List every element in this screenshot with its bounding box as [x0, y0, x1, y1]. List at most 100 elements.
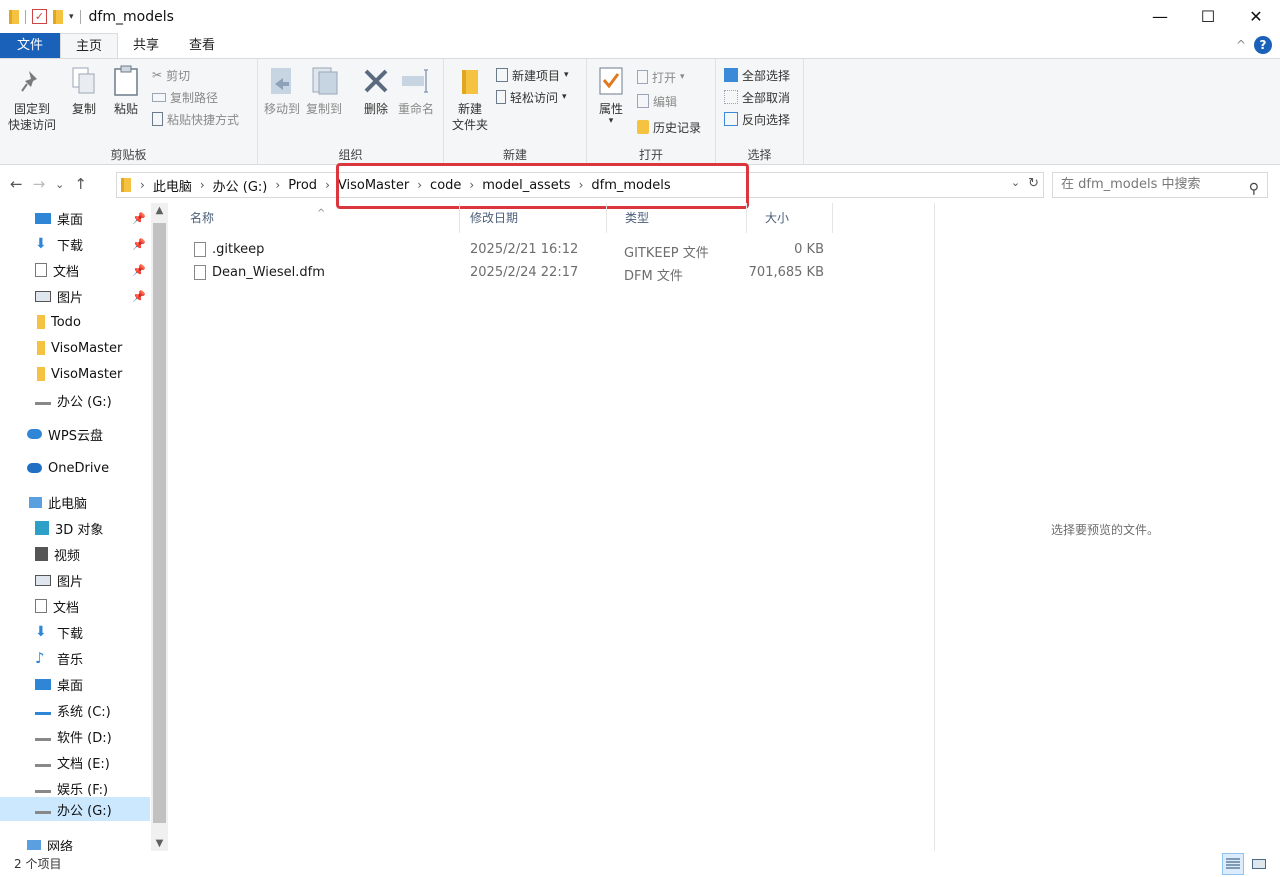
- sidebar-item-todo[interactable]: Todo: [0, 310, 150, 334]
- sidebar-item-label: 网络: [47, 839, 74, 852]
- scrollbar-thumb[interactable]: [153, 223, 166, 823]
- pin-icon[interactable]: 📌: [132, 238, 146, 251]
- search-input[interactable]: 在 dfm_models 中搜索 ⚲: [1052, 172, 1268, 198]
- chevron-right-icon[interactable]: ›: [320, 178, 335, 192]
- back-arrow-icon[interactable]: ←: [10, 175, 23, 193]
- sidebar-item-documents[interactable]: 文档: [0, 594, 150, 618]
- delete-button[interactable]: 删除: [360, 65, 392, 117]
- invert-selection-button[interactable]: 反向选择: [724, 109, 790, 129]
- tab-share[interactable]: 共享: [118, 33, 174, 58]
- pin-icon[interactable]: 📌: [132, 264, 146, 277]
- navigation-pane: 桌面 📌 ⬇ 下载 📌 文档 📌 图片 📌 Todo VisoMaster Vi…: [0, 203, 168, 851]
- minimize-button[interactable]: —: [1136, 0, 1184, 33]
- tab-file[interactable]: 文件: [0, 33, 61, 58]
- move-to-label: 移动到: [264, 102, 301, 116]
- sidebar-item-visomaster-2[interactable]: VisoMaster: [0, 362, 150, 386]
- forward-arrow-icon[interactable]: →: [33, 175, 46, 193]
- quick-access-dropdown-icon[interactable]: ▾: [69, 12, 74, 22]
- refresh-icon[interactable]: ↻: [1028, 176, 1039, 191]
- select-none-button[interactable]: 全部取消: [724, 87, 790, 107]
- sidebar-item-drive-d[interactable]: 软件 (D:): [0, 724, 150, 748]
- sidebar-item-drive-c[interactable]: 系统 (C:): [0, 698, 150, 722]
- table-row[interactable]: .gitkeep 2025/2/21 16:12 GITKEEP 文件 0 KB: [182, 240, 832, 262]
- help-icon[interactable]: ?: [1254, 36, 1272, 54]
- sidebar-item-downloads[interactable]: ⬇ 下载: [0, 620, 150, 644]
- ribbon-tabs: 文件 主页 共享 查看: [0, 33, 1280, 58]
- chevron-right-icon[interactable]: ›: [270, 178, 285, 192]
- sidebar-item-drive-e[interactable]: 文档 (E:): [0, 750, 150, 774]
- pin-icon[interactable]: 📌: [132, 212, 146, 225]
- properties-check-icon[interactable]: ✓: [32, 9, 47, 24]
- move-to-button[interactable]: 移动到: [264, 65, 300, 117]
- column-header-modified[interactable]: 修改日期: [452, 203, 607, 233]
- copy-path-label: 复制路径: [170, 90, 219, 105]
- table-row[interactable]: Dean_Wiesel.dfm 2025/2/24 22:17 DFM 文件 7…: [182, 263, 832, 285]
- pin-to-quick-access-button[interactable]: 固定到 快速访问: [8, 65, 56, 133]
- scroll-down-icon[interactable]: ▼: [151, 838, 168, 849]
- sidebar-item-network[interactable]: 网络: [0, 833, 150, 851]
- sidebar-item-desktop[interactable]: 桌面: [0, 672, 150, 696]
- copy-to-button[interactable]: 复制到: [306, 65, 342, 117]
- pin-icon[interactable]: 📌: [132, 290, 146, 303]
- sidebar-item-onedrive[interactable]: OneDrive: [0, 456, 150, 480]
- sidebar-item-label: 办公 (G:): [57, 803, 112, 819]
- new-folder-button[interactable]: 新建 文件夹: [452, 65, 488, 133]
- easy-access-label: 轻松访问: [510, 90, 559, 105]
- breadcrumb-drive-g[interactable]: 办公 (G:): [210, 176, 271, 195]
- address-dropdown-icon[interactable]: ⌄: [1011, 176, 1020, 191]
- easy-access-button[interactable]: 轻松访问 ▾: [496, 87, 567, 107]
- paste-shortcut-button[interactable]: 粘贴快捷方式: [152, 109, 239, 129]
- sidebar-item-documents-pinned[interactable]: 文档 📌: [0, 258, 150, 282]
- copy-path-button[interactable]: 复制路径: [152, 87, 218, 107]
- maximize-button[interactable]: ☐: [1184, 0, 1232, 33]
- scroll-up-icon[interactable]: ▲: [151, 205, 168, 216]
- breadcrumb-prod[interactable]: Prod: [285, 178, 320, 193]
- up-arrow-icon[interactable]: ↑: [74, 175, 87, 193]
- rename-button[interactable]: 重命名: [398, 65, 434, 117]
- sidebar-item-videos[interactable]: 视频: [0, 542, 150, 566]
- new-item-button[interactable]: 新建项目 ▾: [496, 65, 569, 85]
- open-button[interactable]: 打开 ▾: [637, 67, 685, 87]
- sidebar-item-downloads-pinned[interactable]: ⬇ 下载 📌: [0, 232, 150, 256]
- edit-button[interactable]: 编辑: [637, 91, 677, 111]
- sidebar-item-pictures-pinned[interactable]: 图片 📌: [0, 284, 150, 308]
- history-label: 历史记录: [653, 120, 702, 135]
- sidebar-item-3d-objects[interactable]: 3D 对象: [0, 516, 150, 540]
- sidebar-item-this-pc[interactable]: 此电脑: [0, 490, 150, 514]
- tab-view[interactable]: 查看: [174, 33, 230, 58]
- details-view-button[interactable]: [1222, 853, 1244, 875]
- recent-locations-chevron-icon[interactable]: ⌄: [55, 178, 64, 191]
- properties-button[interactable]: 属性 ▾: [595, 65, 627, 126]
- sidebar-item-label: Todo: [51, 314, 81, 330]
- sidebar-item-pictures[interactable]: 图片: [0, 568, 150, 592]
- breadcrumb-this-pc[interactable]: 此电脑: [150, 176, 195, 195]
- history-button[interactable]: 历史记录: [637, 117, 701, 137]
- new-folder-label-2: 文件夹: [452, 118, 489, 132]
- select-all-button[interactable]: 全部选择: [724, 65, 790, 85]
- sidebar-item-drive-g-quick[interactable]: 办公 (G:): [0, 388, 150, 412]
- new-folder-icon[interactable]: [53, 9, 63, 24]
- paste-button[interactable]: 粘贴: [110, 65, 142, 117]
- column-header-size[interactable]: 大小: [747, 203, 833, 233]
- large-icons-view-button[interactable]: [1248, 853, 1270, 875]
- sidebar-item-desktop-pinned[interactable]: 桌面 📌: [0, 206, 150, 230]
- collapse-ribbon-icon[interactable]: ^: [1236, 38, 1246, 52]
- chevron-right-icon[interactable]: ›: [135, 178, 150, 192]
- column-header-name[interactable]: 名称 ^: [172, 203, 460, 233]
- edit-icon: [637, 94, 649, 108]
- sidebar-scrollbar[interactable]: ▲ ▼: [151, 203, 168, 851]
- sidebar-item-drive-g[interactable]: 办公 (G:): [0, 797, 150, 821]
- copy-button[interactable]: 复制: [68, 65, 100, 117]
- sidebar-item-visomaster-1[interactable]: VisoMaster: [0, 336, 150, 360]
- search-icon[interactable]: ⚲: [1249, 177, 1259, 201]
- file-name-cell: Dean_Wiesel.dfm: [194, 265, 325, 280]
- sidebar-item-wps-cloud[interactable]: WPS云盘: [0, 422, 150, 446]
- cut-button[interactable]: ✂ 剪切: [152, 65, 190, 85]
- column-header-type[interactable]: 类型: [607, 203, 747, 233]
- download-icon: ⬇: [35, 236, 47, 252]
- chevron-right-icon[interactable]: ›: [195, 178, 210, 192]
- close-button[interactable]: ✕: [1232, 0, 1280, 33]
- drive-icon: [35, 805, 51, 814]
- tab-home[interactable]: 主页: [60, 33, 119, 58]
- sidebar-item-music[interactable]: ♪ 音乐: [0, 646, 150, 670]
